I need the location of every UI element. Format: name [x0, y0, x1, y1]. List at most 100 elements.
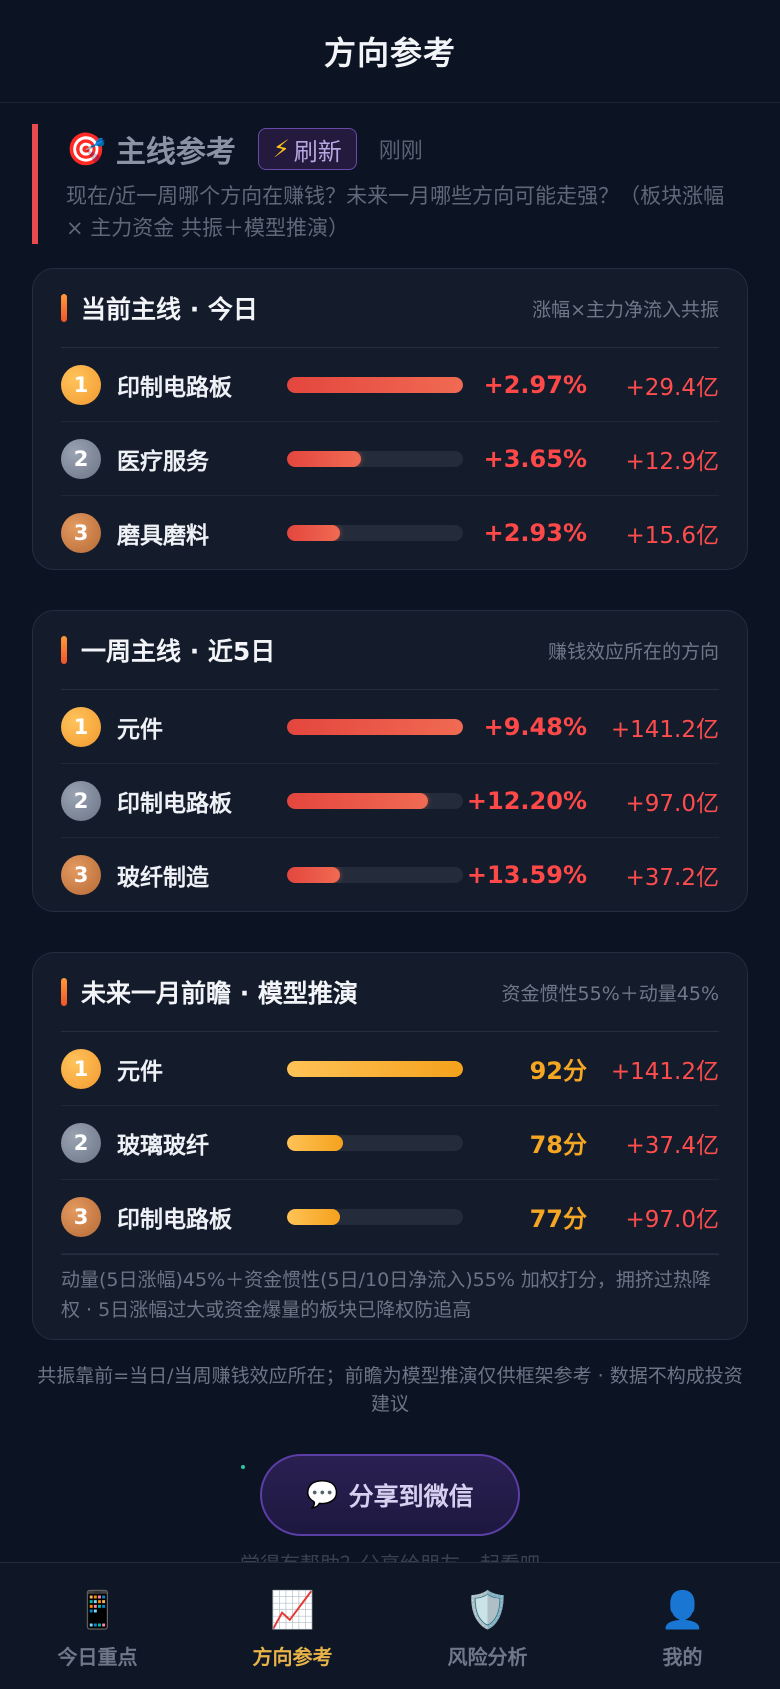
- strength-bar: [287, 450, 463, 467]
- target-icon: 🎯: [66, 130, 106, 168]
- rank-badge: 2: [61, 780, 101, 821]
- net-inflow: +141.2亿: [610, 1058, 719, 1085]
- tab-label: 方向参考: [252, 1644, 333, 1669]
- card-title: 当前主线 · 今日: [81, 295, 258, 324]
- card-week-mainline: 一周主线 · 近5日 赚钱效应所在的方向 1 元件 +9.48% +141.2亿…: [32, 610, 748, 912]
- score-bar-fill: [287, 1060, 463, 1077]
- refresh-label: 刷新: [293, 137, 342, 166]
- net-inflow: +97.0亿: [625, 790, 719, 817]
- sector-change: +2.97%: [483, 370, 587, 399]
- strength-bar: [287, 792, 463, 809]
- score-bar: [287, 1208, 463, 1225]
- sector-row[interactable]: 2 玻璃玻纤 78分 +37.4亿: [61, 1106, 719, 1180]
- net-inflow: +29.4亿: [625, 374, 719, 401]
- bottom-tab-bar: 📱 今日重点 📈 方向参考 🛡️ 风险分析 👤 我的: [0, 1562, 780, 1689]
- sector-row[interactable]: 1 元件 92分 +141.2亿: [61, 1032, 719, 1106]
- refresh-button[interactable]: ⚡ 刷新: [257, 128, 357, 170]
- sector-row[interactable]: 3 玻纤制造 +13.59% +37.2亿: [61, 838, 719, 911]
- tab-profile[interactable]: 👤 我的: [585, 1563, 780, 1689]
- net-inflow: +15.6亿: [625, 522, 719, 549]
- rank-badge: 2: [61, 438, 101, 479]
- strength-bar: [287, 376, 463, 393]
- sector-name: 医疗服务: [117, 448, 209, 475]
- net-inflow: +37.4亿: [625, 1132, 719, 1159]
- sector-score: 77分: [529, 1205, 587, 1233]
- net-inflow: +97.0亿: [625, 1206, 719, 1233]
- rank-badge: 1: [61, 364, 101, 405]
- disclaimer-text: 共振靠前=当日/当周赚钱效应所在；前瞻为模型推演仅供框架参考 · 数据不构成投资…: [37, 1365, 743, 1415]
- net-inflow: +141.2亿: [610, 716, 719, 743]
- tab-label: 今日重点: [57, 1644, 138, 1669]
- card-accent-mark: [61, 636, 67, 664]
- net-inflow: +37.2亿: [625, 864, 719, 891]
- share-wechat-button[interactable]: 💬 分享到微信: [260, 1454, 520, 1536]
- strength-bar-fill: [287, 866, 340, 883]
- sector-name: 印制电路板: [117, 374, 232, 401]
- rank-badge: 3: [61, 854, 101, 895]
- strength-bar-fill: [287, 450, 361, 467]
- net-inflow: +12.9亿: [625, 448, 719, 475]
- page-title: 方向参考: [323, 34, 456, 72]
- card-title: 未来一月前瞻 · 模型推演: [81, 979, 358, 1008]
- decorative-dot: [241, 1465, 245, 1469]
- sector-row[interactable]: 1 元件 +9.48% +141.2亿: [61, 690, 719, 764]
- update-time: 刚刚: [378, 139, 423, 164]
- card-subtitle: 涨幅×主力净流入共振: [532, 298, 719, 321]
- strength-bar: [287, 718, 463, 735]
- sector-change: +13.59%: [466, 860, 587, 889]
- sector-row[interactable]: 3 磨具磨料 +2.93% +15.6亿: [61, 496, 719, 569]
- sector-row[interactable]: 2 印制电路板 +12.20% +97.0亿: [61, 764, 719, 838]
- rank-badge: 1: [61, 1048, 101, 1089]
- tab-risk-analysis[interactable]: 🛡️ 风险分析: [390, 1563, 585, 1689]
- strength-bar-fill: [287, 718, 463, 735]
- score-bar: [287, 1134, 463, 1151]
- tab-direction-reference[interactable]: 📈 方向参考: [195, 1563, 390, 1689]
- intro-description: 现在/近一周哪个方向在赚钱？未来一月哪些方向可能走强？（板块涨幅 × 主力资金 …: [66, 184, 725, 240]
- phone-icon: 📱: [75, 1589, 120, 1631]
- shield-icon: 🛡️: [465, 1589, 510, 1631]
- model-note: 动量(5日涨幅)45%＋资金惯性(5日/10日净流入)55% 加权打分，拥挤过热…: [61, 1254, 719, 1339]
- sector-name: 印制电路板: [117, 790, 232, 817]
- sector-name: 印制电路板: [117, 1206, 232, 1233]
- strength-bar-fill: [287, 376, 463, 393]
- share-label: 分享到微信: [348, 1482, 474, 1511]
- strength-bar: [287, 866, 463, 883]
- card-subtitle: 资金惯性55%＋动量45%: [501, 982, 719, 1005]
- sector-name: 元件: [117, 716, 163, 743]
- card-today-mainline: 当前主线 · 今日 涨幅×主力净流入共振 1 印制电路板 +2.97% +29.…: [32, 268, 748, 570]
- sector-row[interactable]: 3 印制电路板 77分 +97.0亿: [61, 1180, 719, 1254]
- sector-row[interactable]: 2 医疗服务 +3.65% +12.9亿: [61, 422, 719, 496]
- tab-label: 风险分析: [447, 1644, 528, 1669]
- rank-badge: 3: [61, 1196, 101, 1237]
- lightning-icon: ⚡: [272, 135, 290, 163]
- score-bar: [287, 1060, 463, 1077]
- sector-change: +3.65%: [483, 444, 587, 473]
- sector-name: 玻璃玻纤: [117, 1132, 209, 1159]
- sector-name: 磨具磨料: [117, 522, 209, 549]
- user-icon: 👤: [660, 1589, 705, 1631]
- tab-label: 我的: [662, 1644, 703, 1669]
- sector-score: 78分: [529, 1131, 587, 1159]
- intro-title: 主线参考: [115, 135, 236, 170]
- sector-name: 元件: [117, 1058, 163, 1085]
- card-month-forecast: 未来一月前瞻 · 模型推演 资金惯性55%＋动量45% 1 元件 92分 +14…: [32, 952, 748, 1340]
- score-bar-fill: [287, 1208, 340, 1225]
- intro-section: 🎯 主线参考 ⚡ 刷新 刚刚 现在/近一周哪个方向在赚钱？未来一月哪些方向可能走…: [32, 124, 748, 244]
- rank-badge: 1: [61, 706, 101, 747]
- rank-badge: 2: [61, 1122, 101, 1163]
- sector-change: +9.48%: [483, 712, 587, 741]
- card-title: 一周主线 · 近5日: [81, 637, 276, 666]
- strength-bar-fill: [287, 524, 340, 541]
- card-subtitle: 赚钱效应所在的方向: [547, 640, 719, 663]
- share-hint-text: 觉得有帮助？分享给朋友一起看吧: [0, 1548, 780, 1562]
- sector-change: +12.20%: [466, 786, 587, 815]
- score-bar-fill: [287, 1134, 344, 1151]
- chart-up-icon: 📈: [270, 1589, 315, 1631]
- sector-score: 92分: [529, 1057, 587, 1085]
- card-accent-mark: [61, 978, 67, 1006]
- app-header: 方向参考: [0, 0, 780, 103]
- chat-bubble-icon: 💬: [306, 1480, 339, 1510]
- sector-row[interactable]: 1 印制电路板 +2.97% +29.4亿: [61, 348, 719, 422]
- tab-today-focus[interactable]: 📱 今日重点: [0, 1563, 195, 1689]
- strength-bar-fill: [287, 792, 428, 809]
